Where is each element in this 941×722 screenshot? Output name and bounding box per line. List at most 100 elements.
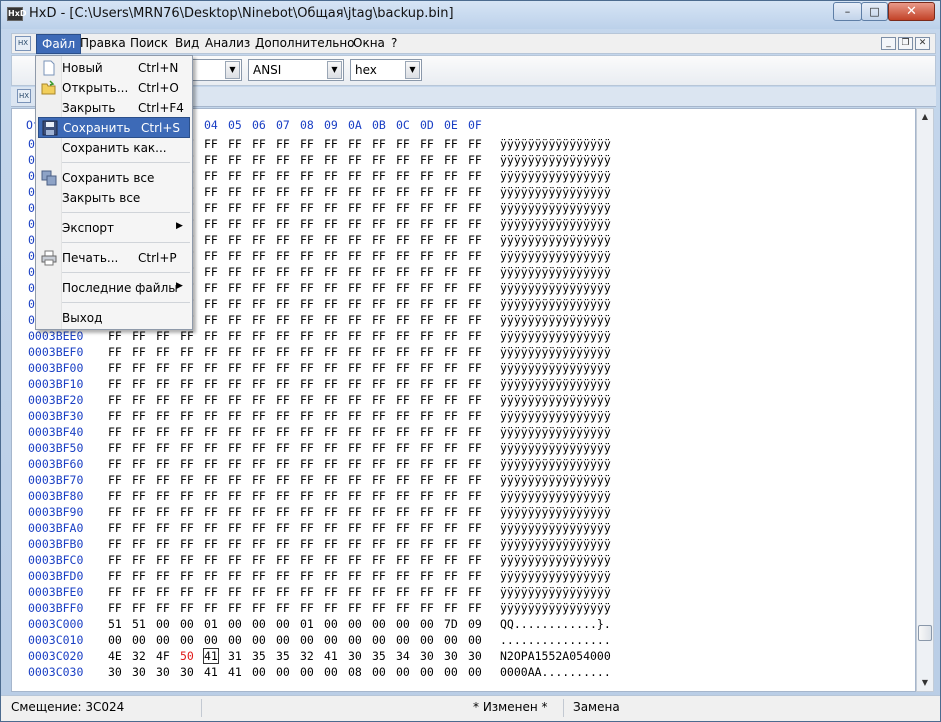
hex-byte[interactable]: FF bbox=[420, 377, 434, 391]
hex-byte[interactable]: FF bbox=[468, 521, 482, 535]
hex-byte[interactable]: FF bbox=[132, 457, 146, 471]
hex-byte[interactable]: FF bbox=[396, 601, 410, 615]
menu-item-save[interactable]: Сохранить Ctrl+S bbox=[38, 117, 190, 138]
hex-byte[interactable]: FF bbox=[372, 313, 386, 327]
hex-byte[interactable]: FF bbox=[252, 393, 266, 407]
hex-byte[interactable]: FF bbox=[396, 473, 410, 487]
hex-byte[interactable]: 00 bbox=[372, 617, 386, 631]
hex-byte[interactable]: FF bbox=[468, 489, 482, 503]
hex-byte[interactable]: FF bbox=[228, 457, 242, 471]
hex-byte[interactable]: 7D bbox=[444, 617, 458, 631]
menu-edit[interactable]: Правка bbox=[80, 36, 126, 50]
hex-byte[interactable]: FF bbox=[132, 345, 146, 359]
hex-byte[interactable]: FF bbox=[300, 553, 314, 567]
hex-byte[interactable]: FF bbox=[132, 537, 146, 551]
hex-byte[interactable]: FF bbox=[204, 473, 218, 487]
hex-byte[interactable]: FF bbox=[108, 601, 122, 615]
hex-byte[interactable]: FF bbox=[444, 217, 458, 231]
hex-row[interactable]: 0003BF40 FF FF FF FF FF FF FF FF FF FF FF FF FF FF FF FF… bbox=[12, 425, 915, 441]
hex-byte[interactable]: 00 bbox=[324, 665, 338, 679]
hex-row[interactable]: 0003BFB0 FF FF FF FF FF FF FF FF FF FF FF FF FF FF FF FF… bbox=[12, 537, 915, 553]
hex-byte[interactable]: FF bbox=[132, 329, 146, 343]
hex-byte[interactable]: FF bbox=[348, 153, 362, 167]
hex-byte[interactable]: FF bbox=[132, 489, 146, 503]
title-bar[interactable]: HxD HxD - [C:\Users\MRN76\Desktop\Ninebo… bbox=[1, 1, 940, 29]
hex-byte[interactable]: FF bbox=[276, 345, 290, 359]
hex-byte[interactable]: FF bbox=[444, 393, 458, 407]
hex-byte[interactable]: FF bbox=[252, 553, 266, 567]
hex-byte[interactable]: FF bbox=[156, 569, 170, 583]
hex-byte[interactable]: FF bbox=[132, 569, 146, 583]
hex-byte[interactable]: FF bbox=[420, 537, 434, 551]
hex-byte[interactable]: FF bbox=[420, 185, 434, 199]
hex-byte[interactable]: FF bbox=[300, 521, 314, 535]
hex-byte[interactable]: FF bbox=[180, 457, 194, 471]
menu-item-save-as[interactable]: Сохранить как... bbox=[38, 138, 190, 158]
hex-byte[interactable]: FF bbox=[228, 281, 242, 295]
hex-byte[interactable]: FF bbox=[276, 297, 290, 311]
hex-byte[interactable]: 34 bbox=[396, 649, 410, 663]
hex-byte[interactable]: FF bbox=[444, 537, 458, 551]
menu-item-open[interactable]: Открыть... Ctrl+O bbox=[38, 78, 190, 98]
hex-byte[interactable]: FF bbox=[396, 345, 410, 359]
hex-byte[interactable]: FF bbox=[300, 265, 314, 279]
hex-byte[interactable]: FF bbox=[108, 569, 122, 583]
hex-byte[interactable]: 00 bbox=[396, 617, 410, 631]
hex-byte[interactable]: FF bbox=[396, 489, 410, 503]
hex-byte[interactable]: FF bbox=[468, 201, 482, 215]
hex-byte[interactable]: FF bbox=[348, 441, 362, 455]
hex-byte[interactable]: FF bbox=[444, 601, 458, 615]
hex-byte[interactable]: FF bbox=[396, 265, 410, 279]
hex-byte[interactable]: 00 bbox=[300, 665, 314, 679]
hex-byte[interactable]: FF bbox=[108, 457, 122, 471]
hex-byte[interactable]: FF bbox=[420, 441, 434, 455]
menu-help[interactable]: ? bbox=[391, 36, 397, 50]
menu-item-close-all[interactable]: Закрыть все bbox=[38, 188, 190, 208]
hex-byte[interactable]: FF bbox=[252, 169, 266, 183]
hex-byte[interactable]: FF bbox=[468, 441, 482, 455]
hex-row[interactable]: 0003BEF0 FF FF FF FF FF FF FF FF FF FF FF FF FF FF FF FF… bbox=[12, 345, 915, 361]
hex-byte[interactable]: FF bbox=[204, 441, 218, 455]
hex-byte[interactable]: FF bbox=[300, 137, 314, 151]
hex-byte[interactable]: FF bbox=[300, 441, 314, 455]
hex-byte[interactable]: FF bbox=[468, 473, 482, 487]
hex-byte[interactable]: FF bbox=[156, 409, 170, 423]
hex-byte[interactable]: FF bbox=[252, 601, 266, 615]
hex-byte[interactable]: FF bbox=[348, 233, 362, 247]
hex-byte[interactable]: FF bbox=[228, 473, 242, 487]
hex-byte[interactable]: FF bbox=[348, 473, 362, 487]
hex-byte[interactable]: FF bbox=[228, 505, 242, 519]
hex-byte[interactable]: FF bbox=[468, 313, 482, 327]
hex-byte[interactable]: FF bbox=[468, 281, 482, 295]
hex-byte[interactable]: FF bbox=[324, 569, 338, 583]
hex-byte[interactable]: FF bbox=[420, 233, 434, 247]
hex-byte[interactable]: FF bbox=[372, 393, 386, 407]
hex-byte[interactable]: FF bbox=[228, 441, 242, 455]
hex-byte[interactable]: FF bbox=[228, 345, 242, 359]
hex-byte[interactable]: FF bbox=[324, 505, 338, 519]
hex-byte[interactable]: FF bbox=[108, 505, 122, 519]
hex-byte[interactable]: FF bbox=[156, 537, 170, 551]
hex-byte[interactable]: FF bbox=[396, 409, 410, 423]
hex-byte[interactable]: FF bbox=[228, 425, 242, 439]
hex-byte[interactable]: FF bbox=[204, 281, 218, 295]
hex-byte[interactable]: FF bbox=[228, 201, 242, 215]
hex-byte[interactable]: FF bbox=[468, 361, 482, 375]
hex-byte[interactable]: FF bbox=[324, 233, 338, 247]
hex-byte[interactable]: FF bbox=[180, 361, 194, 375]
hex-byte[interactable]: FF bbox=[396, 521, 410, 535]
menu-search[interactable]: Поиск bbox=[130, 36, 168, 50]
hex-byte[interactable]: FF bbox=[444, 473, 458, 487]
hex-byte[interactable]: FF bbox=[372, 409, 386, 423]
hex-byte[interactable]: FF bbox=[324, 393, 338, 407]
hex-byte[interactable]: FF bbox=[132, 425, 146, 439]
hex-byte[interactable]: FF bbox=[252, 233, 266, 247]
hex-byte[interactable]: FF bbox=[132, 521, 146, 535]
hex-byte[interactable]: FF bbox=[228, 377, 242, 391]
hex-byte[interactable]: FF bbox=[420, 361, 434, 375]
hex-byte[interactable]: 01 bbox=[300, 617, 314, 631]
hex-byte[interactable]: FF bbox=[420, 585, 434, 599]
hex-byte[interactable]: FF bbox=[228, 409, 242, 423]
hex-byte[interactable]: FF bbox=[204, 233, 218, 247]
hex-byte[interactable]: FF bbox=[372, 249, 386, 263]
